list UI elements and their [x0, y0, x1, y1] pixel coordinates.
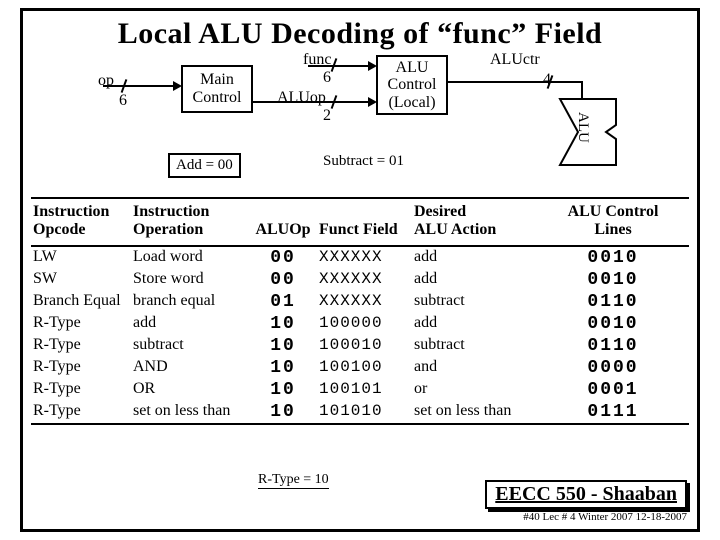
cell-ctrl: 0111: [537, 401, 689, 423]
slide-title: Local ALU Decoding of “func” Field: [23, 17, 697, 51]
cell-action: add: [412, 313, 537, 335]
cell-aluop: 10: [249, 313, 317, 335]
cell-aluop: 10: [249, 357, 317, 379]
cell-action: add: [412, 247, 537, 269]
cell-action: subtract: [412, 291, 537, 313]
table-row: R-Typeset on less than10101010set on les…: [31, 401, 689, 423]
op-label: op: [98, 72, 114, 90]
course-badge: EECC 550 - Shaaban: [485, 480, 687, 509]
cell-funct: 100010: [317, 335, 412, 357]
cell-operation: add: [131, 313, 249, 335]
cell-aluop: 10: [249, 379, 317, 401]
table-row: R-Typesubtract10100010subtract0110: [31, 335, 689, 357]
th-ctrl: ALU Control Lines: [537, 199, 689, 245]
table-row: R-TypeOR10100101or0001: [31, 379, 689, 401]
aluctr-label: ALUctr: [490, 51, 540, 69]
table-row: LWLoad word00XXXXXXadd0010: [31, 247, 689, 269]
cell-operation: set on less than: [131, 401, 249, 423]
cell-operation: Store word: [131, 269, 249, 291]
table-header-row: Instruction Opcode Instruction Operation…: [31, 199, 689, 245]
cell-opcode: R-Type: [31, 401, 131, 423]
cell-operation: subtract: [131, 335, 249, 357]
cell-funct: 100000: [317, 313, 412, 335]
cell-aluop: 10: [249, 335, 317, 357]
aluop-bits: 2: [323, 107, 331, 125]
add-note: Add = 00: [168, 153, 241, 178]
cell-opcode: SW: [31, 269, 131, 291]
cell-funct: 100101: [317, 379, 412, 401]
cell-opcode: R-Type: [31, 357, 131, 379]
cell-ctrl: 0010: [537, 247, 689, 269]
decoding-table: Instruction Opcode Instruction Operation…: [31, 197, 689, 425]
cell-funct: XXXXXX: [317, 247, 412, 269]
cell-ctrl: 0010: [537, 269, 689, 291]
cell-ctrl: 0000: [537, 357, 689, 379]
th-operation: Instruction Operation: [131, 199, 249, 245]
aluop-label: ALUop: [277, 89, 326, 107]
func-wire: [308, 65, 370, 67]
slide-footer: EECC 550 - Shaaban #40 Lec # 4 Winter 20…: [485, 480, 687, 523]
cell-ctrl: 0010: [537, 313, 689, 335]
cell-aluop: 01: [249, 291, 317, 313]
cell-aluop: 00: [249, 247, 317, 269]
table-row: R-TypeAND10100100and0000: [31, 357, 689, 379]
cell-opcode: R-Type: [31, 379, 131, 401]
op-wire: [103, 85, 175, 87]
func-bits: 6: [323, 69, 331, 87]
cell-operation: OR: [131, 379, 249, 401]
rtype-note: R-Type = 10: [258, 472, 329, 489]
cell-action: add: [412, 269, 537, 291]
cell-operation: AND: [131, 357, 249, 379]
table-row: SWStore word00XXXXXXadd0010: [31, 269, 689, 291]
th-aluop: ALUOp: [249, 199, 317, 245]
cell-opcode: R-Type: [31, 335, 131, 357]
decoding-diagram: op 6 Main Control func 6 ALUop 2 ALU Con…: [23, 57, 697, 197]
cell-ctrl: 0110: [537, 335, 689, 357]
alu-label: ALU: [574, 112, 591, 143]
cell-action: subtract: [412, 335, 537, 357]
alu-control-box: ALU Control (Local): [376, 55, 448, 115]
th-opcode: Instruction Opcode: [31, 199, 131, 245]
th-desired: Desired ALU Action: [412, 199, 537, 245]
cell-funct: XXXXXX: [317, 291, 412, 313]
aluctr-wire: [448, 81, 583, 83]
table-row: R-Typeadd10100000add0010: [31, 313, 689, 335]
cell-ctrl: 0001: [537, 379, 689, 401]
main-control-box: Main Control: [181, 65, 253, 113]
table-bottom-rule: [31, 423, 689, 425]
cell-funct: XXXXXX: [317, 269, 412, 291]
subtract-note: Subtract = 01: [323, 153, 404, 170]
cell-ctrl: 0110: [537, 291, 689, 313]
cell-opcode: R-Type: [31, 313, 131, 335]
cell-opcode: Branch Equal: [31, 291, 131, 313]
slide-meta: #40 Lec # 4 Winter 2007 12-18-2007: [485, 511, 687, 523]
cell-funct: 100100: [317, 357, 412, 379]
slide-frame: Local ALU Decoding of “func” Field op 6 …: [20, 8, 700, 532]
cell-action: set on less than: [412, 401, 537, 423]
cell-operation: Load word: [131, 247, 249, 269]
th-funct: Funct Field: [317, 199, 412, 245]
cell-aluop: 10: [249, 401, 317, 423]
op-bits: 6: [119, 92, 127, 110]
cell-action: or: [412, 379, 537, 401]
aluop-wire: [253, 101, 370, 103]
cell-action: and: [412, 357, 537, 379]
cell-aluop: 00: [249, 269, 317, 291]
cell-operation: branch equal: [131, 291, 249, 313]
cell-funct: 101010: [317, 401, 412, 423]
cell-opcode: LW: [31, 247, 131, 269]
table-row: Branch Equalbranch equal01XXXXXXsubtract…: [31, 291, 689, 313]
